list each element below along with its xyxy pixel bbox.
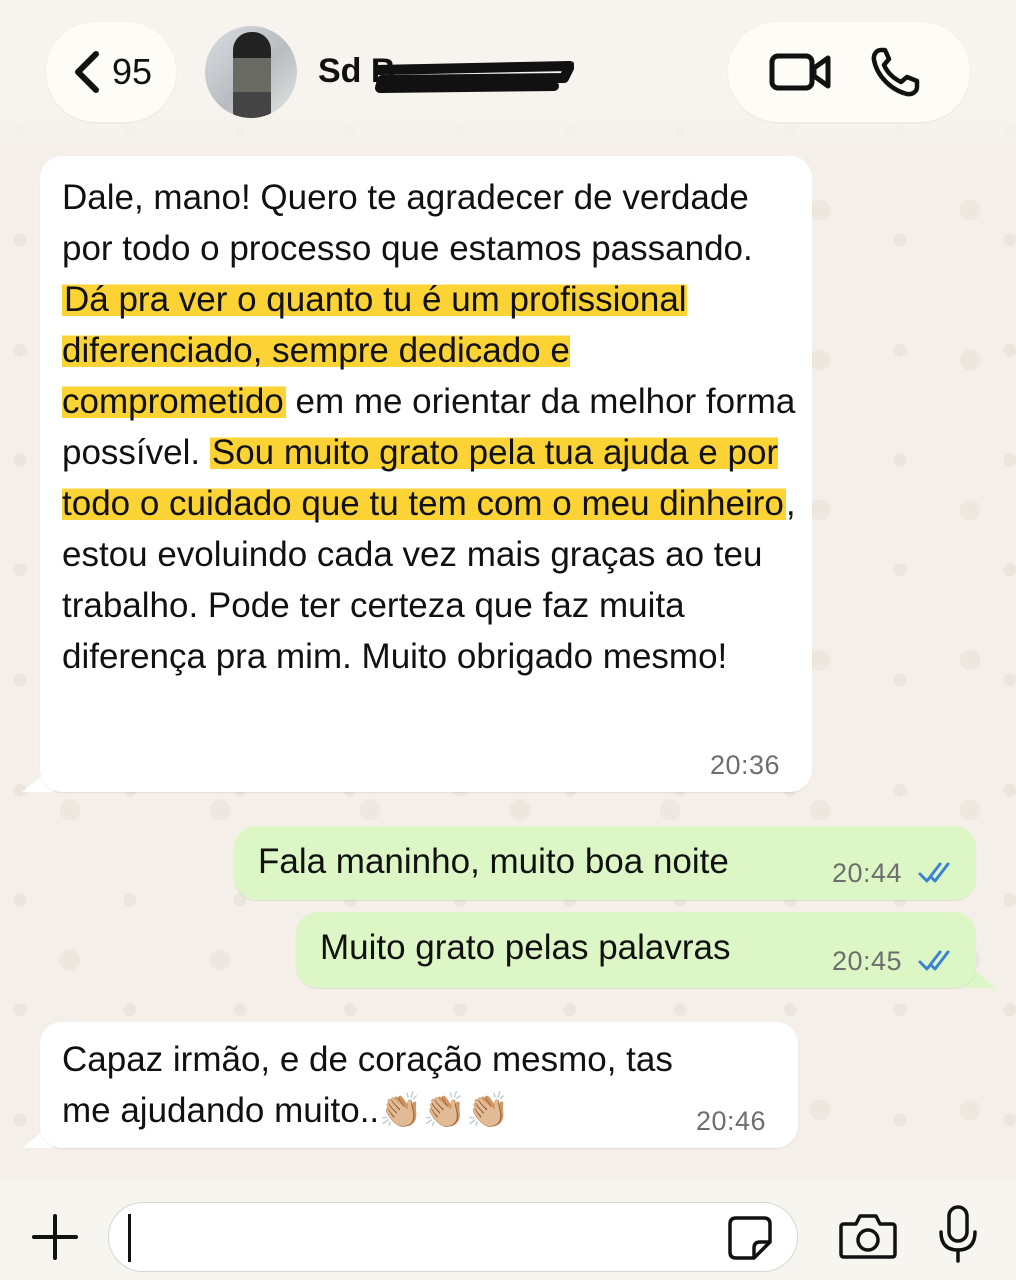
back-button[interactable]: 95 [46, 22, 176, 122]
message-time: 20:46 [696, 1106, 767, 1136]
message-time: 20:44 [832, 858, 903, 888]
plus-icon[interactable] [28, 1210, 82, 1264]
video-call-icon[interactable] [768, 46, 832, 98]
message-text: Muito grato pelas palavras [320, 928, 731, 967]
message-text: Capaz irmão, e de coração mesmo, tas me … [62, 1040, 673, 1130]
message-time: 20:36 [710, 750, 781, 780]
sticker-icon[interactable] [726, 1214, 774, 1262]
microphone-icon[interactable] [936, 1204, 980, 1264]
avatar[interactable] [205, 26, 297, 118]
message-incoming[interactable]: Capaz irmão, e de coração mesmo, tas me … [40, 1022, 798, 1148]
chevron-left-icon [74, 51, 99, 93]
read-receipt-icon [918, 950, 950, 971]
call-actions [728, 22, 970, 122]
message-time: 20:45 [832, 946, 903, 976]
message-incoming[interactable]: Dale, mano! Quero te agradecer de verdad… [40, 156, 812, 792]
camera-icon[interactable] [838, 1210, 898, 1262]
read-receipt-icon [918, 862, 950, 883]
phone-icon[interactable] [867, 46, 931, 98]
message-text: Fala maninho, muito boa noite [258, 842, 729, 881]
chat-header: 95 Sd B [0, 0, 1016, 145]
message-text: Dale, mano! Quero te agradecer de verdad… [62, 178, 796, 676]
unread-count: 95 [111, 51, 153, 92]
redaction-scribble [374, 61, 574, 93]
text-cursor [128, 1214, 131, 1262]
message-input[interactable] [108, 1202, 798, 1272]
